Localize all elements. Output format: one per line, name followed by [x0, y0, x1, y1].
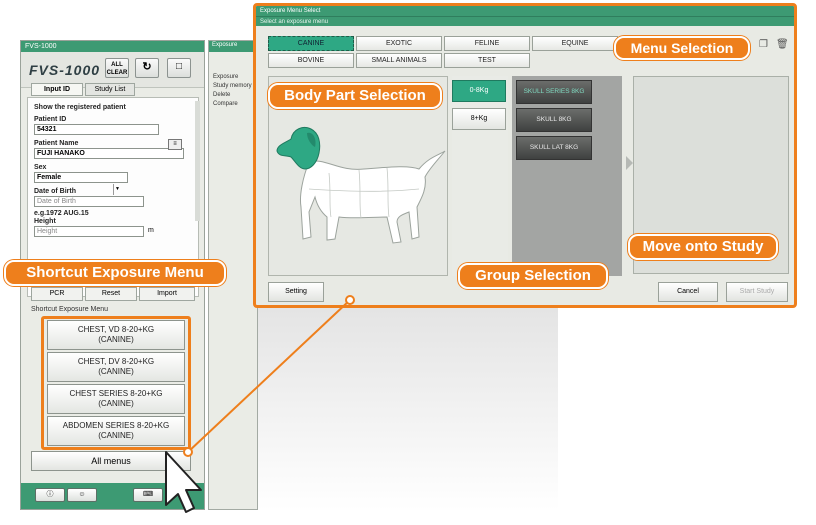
mid-row[interactable]: Exposure — [209, 74, 257, 80]
height-unit: m — [148, 227, 154, 234]
height-label: Height — [34, 218, 56, 225]
tab-pcr[interactable]: PCR — [31, 287, 83, 301]
dob-hint: e.g.1972 AUG.15 — [34, 210, 89, 217]
patient-scrollbar[interactable] — [195, 101, 200, 221]
chevron-right-icon[interactable] — [626, 156, 633, 170]
menu-tab-test[interactable]: TEST — [444, 53, 530, 68]
patient-name-field[interactable]: FUJI HANAKO — [34, 148, 184, 159]
mid-row[interactable]: Delete — [209, 92, 257, 98]
weight-column: 0-8Kg 8+Kg — [452, 76, 508, 276]
trash-icon[interactable]: 🗑 — [776, 39, 789, 50]
shortcut-menu-label: Shortcut Exposure Menu — [31, 306, 109, 313]
all-clear-label: ALL CLEAR — [106, 62, 128, 76]
monitor-button[interactable]: □ — [167, 58, 191, 78]
callout-shortcut-exposure-menu: Shortcut Exposure Menu — [4, 260, 226, 286]
callout-body-part-selection: Body Part Selection — [268, 83, 442, 109]
all-menus-button[interactable]: All menus — [31, 451, 191, 471]
weight-8plus-kg[interactable]: 8+Kg — [452, 108, 506, 130]
setting-button[interactable]: Setting — [268, 282, 324, 302]
dialog-subtitle: Select an exposure menu — [256, 16, 794, 26]
dialog-titlebar: Exposure Menu Select — [256, 6, 794, 16]
menu-tab-equine[interactable]: EQUINE — [532, 36, 618, 51]
background-fade — [258, 300, 558, 510]
tab-import[interactable]: Import — [139, 287, 195, 301]
sex-label: Sex — [34, 164, 47, 171]
monitor-icon: □ — [175, 61, 183, 72]
patient-heading: Show the registered patient — [34, 104, 126, 111]
menu-tab-feline[interactable]: FELINE — [444, 36, 530, 51]
user-icon: ☺ — [78, 491, 86, 498]
left-titlebar: FVS-1000 — [21, 41, 204, 52]
info-button[interactable]: ⓘ — [35, 488, 65, 502]
group-skull-lat[interactable]: SKULL LAT 8KG — [516, 136, 592, 160]
all-clear-button[interactable]: ALL CLEAR — [105, 58, 129, 78]
menu-tab-exotic[interactable]: EXOTIC — [356, 36, 442, 51]
fvs-logo: FVS-1000 — [29, 62, 101, 78]
list-icon: ≡ — [173, 141, 177, 147]
keyboard-button[interactable]: ⌨ — [133, 488, 163, 502]
tab-input-id[interactable]: Input ID — [31, 83, 83, 96]
mid-row[interactable]: Study memory — [209, 83, 257, 89]
group-selection-column: SKULL SERIES 8KG SKULL 8KG SKULL LAT 8KG — [512, 76, 622, 276]
refresh-button[interactable]: ↻ — [135, 58, 159, 78]
tab-reset[interactable]: Reset — [85, 287, 137, 301]
menu-tab-canine[interactable]: CANINE — [268, 36, 354, 51]
mid-row[interactable]: Compare — [209, 101, 257, 107]
refresh-icon: ↻ — [142, 61, 152, 73]
keyboard-icon: ⌨ — [142, 491, 154, 498]
menu-tab-small-animals[interactable]: SMALL ANIMALS — [356, 53, 442, 68]
copy-icon[interactable]: ❐ — [759, 39, 768, 50]
group-skull[interactable]: SKULL 8KG — [516, 108, 592, 132]
left-footer: ⓘ ☺ ⌨ — [21, 483, 204, 509]
patient-id-field[interactable]: 54321 — [34, 124, 159, 135]
tab-study-list[interactable]: Study List — [85, 83, 135, 96]
callout-move-onto-study: Move onto Study — [628, 234, 778, 260]
sub-tabs: PCR Reset Import — [27, 287, 199, 301]
dob-field[interactable]: Date of Birth — [34, 196, 144, 207]
sex-value: Female — [37, 174, 62, 181]
callout-group-selection: Group Selection — [458, 263, 608, 289]
start-study-button[interactable]: Start Study — [726, 282, 788, 302]
sex-select[interactable]: Female — [34, 172, 128, 183]
height-field[interactable]: Height — [34, 226, 144, 237]
patient-id-lookup-button[interactable]: ≡ — [168, 139, 182, 150]
mid-titlebar: Exposure — [209, 41, 257, 52]
cancel-button[interactable]: Cancel — [658, 282, 718, 302]
group-skull-series[interactable]: SKULL SERIES 8KG — [516, 80, 592, 104]
info-icon: ⓘ — [46, 491, 54, 498]
chevron-down-icon[interactable]: ▼ — [113, 184, 121, 195]
menu-tab-bovine[interactable]: BOVINE — [268, 53, 354, 68]
patient-id-label: Patient ID — [34, 116, 67, 123]
shortcut-menu-highlight — [41, 316, 191, 450]
user-button[interactable]: ☺ — [67, 488, 97, 502]
callout-menu-selection: Menu Selection — [614, 36, 750, 60]
weight-0-8kg[interactable]: 0-8Kg — [452, 80, 506, 102]
